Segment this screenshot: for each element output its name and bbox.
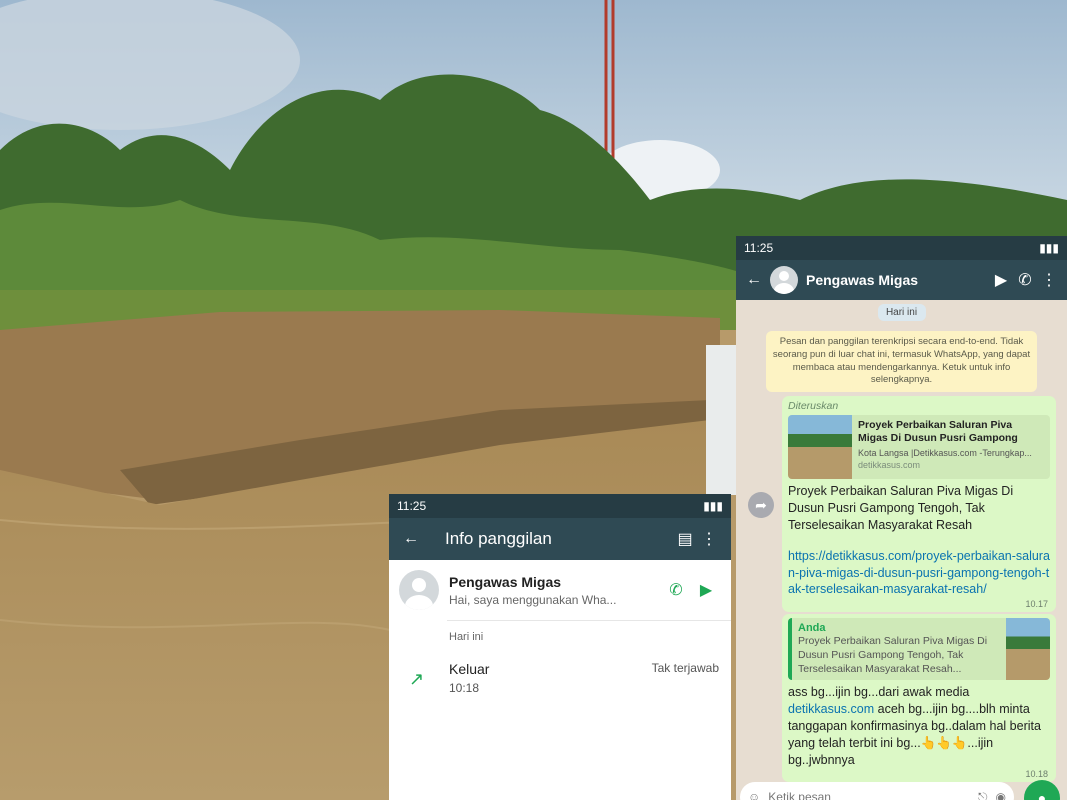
- mic-button[interactable]: ●: [1024, 780, 1060, 800]
- call-result: Tak terjawab: [651, 661, 719, 675]
- video-call-icon[interactable]: ▶: [989, 268, 1013, 292]
- chat-screen: 11:25 ▮▮▮ ← Pengawas Migas ▶ ✆ ⋮ Hari in…: [736, 236, 1067, 800]
- more-options-icon[interactable]: ⋮: [697, 527, 721, 551]
- reply-message-bubble[interactable]: Anda Proyek Perbaikan Saluran Piva Migas…: [782, 614, 1056, 783]
- contact-name: Pengawas Migas: [449, 573, 562, 590]
- more-options-icon[interactable]: ⋮: [1037, 268, 1061, 292]
- reply-text: ass bg...ijin bg...dari awak media detik…: [788, 684, 1050, 768]
- quote-text: Proyek Perbaikan Saluran Piva Migas Di D…: [798, 635, 988, 675]
- app-bar: ← Info panggilan ▤ ⋮: [389, 518, 731, 560]
- message-time: 10.17: [1025, 599, 1048, 610]
- avatar: [399, 570, 439, 610]
- message-input-placeholder: Ketik pesan: [768, 790, 831, 800]
- preview-thumbnail: [788, 415, 852, 479]
- avatar[interactable]: [770, 266, 798, 294]
- message-text: Proyek Perbaikan Saluran Piva Migas Di D…: [788, 484, 1014, 532]
- encryption-notice[interactable]: Pesan dan panggilan terenkripsi secara e…: [766, 331, 1037, 393]
- voice-call-icon[interactable]: ✆: [1013, 268, 1037, 292]
- link-preview[interactable]: Proyek Perbaikan Saluran Piva Migas Di D…: [788, 415, 1050, 479]
- quote-author: Anda: [798, 622, 826, 634]
- quoted-message[interactable]: Anda Proyek Perbaikan Saluran Piva Migas…: [788, 618, 1050, 680]
- status-bar: 11:25 ▮▮▮: [736, 236, 1067, 260]
- message-time: 10.18: [1025, 769, 1048, 780]
- call-direction: Keluar: [449, 661, 490, 677]
- attach-icon[interactable]: ⎋: [978, 790, 988, 800]
- reply-text-start: ass bg...ijin bg...dari awak media: [788, 685, 970, 699]
- signal-battery-icon: ▮▮▮: [1039, 241, 1059, 255]
- preview-title: Proyek Perbaikan Saluran Piva Migas Di D…: [858, 419, 1018, 446]
- message-link[interactable]: https://detikkasus.com/proyek-perbaikan-…: [788, 548, 1050, 599]
- share-forward-icon[interactable]: ➦: [748, 492, 774, 518]
- chat-contact-name[interactable]: Pengawas Migas: [806, 272, 989, 288]
- chat-header: ← Pengawas Migas ▶ ✆ ⋮: [736, 260, 1067, 300]
- back-arrow-icon[interactable]: ←: [742, 268, 766, 292]
- section-label: Hari ini: [449, 631, 484, 643]
- voice-call-icon[interactable]: ✆: [661, 580, 691, 600]
- call-log-entry: ↗ Keluar 10:18 Tak terjawab: [389, 657, 731, 695]
- emoji-icon[interactable]: ☺: [748, 790, 760, 800]
- quote-thumbnail: [1006, 618, 1050, 680]
- back-arrow-icon[interactable]: ←: [399, 527, 423, 551]
- preview-site: detikkasus.com: [858, 460, 921, 470]
- contact-row[interactable]: Pengawas Migas Hai, saya menggunakan Wha…: [389, 560, 731, 620]
- date-chip: Hari ini: [877, 304, 926, 321]
- contact-status: Hai, saya menggunakan Wha...: [449, 592, 617, 607]
- call-time: 10:18: [449, 681, 480, 695]
- preview-description: Kota Langsa |Detikkasus.com -Terungkap..…: [858, 448, 1032, 458]
- page-title: Info panggilan: [445, 529, 552, 548]
- camera-icon[interactable]: ◉: [996, 790, 1006, 800]
- forwarded-label: Diteruskan: [788, 400, 839, 412]
- outgoing-call-icon: ↗: [409, 669, 425, 689]
- message-input[interactable]: ☺ Ketik pesan ⎋ ◉: [740, 782, 1014, 800]
- call-info-screen: 11:25 ▮▮▮ ← Info panggilan ▤ ⋮ Pengawas …: [389, 494, 731, 800]
- message-icon[interactable]: ▤: [673, 527, 697, 551]
- video-call-icon[interactable]: ▶: [691, 580, 721, 600]
- status-bar: 11:25 ▮▮▮: [389, 494, 731, 518]
- status-time: 11:25: [397, 499, 427, 513]
- signal-battery-icon: ▮▮▮: [703, 499, 723, 513]
- reply-link[interactable]: detikkasus.com: [788, 702, 874, 716]
- status-time: 11:25: [744, 241, 774, 255]
- forwarded-message-bubble[interactable]: Diteruskan Proyek Perbaikan Saluran Piva…: [782, 396, 1056, 613]
